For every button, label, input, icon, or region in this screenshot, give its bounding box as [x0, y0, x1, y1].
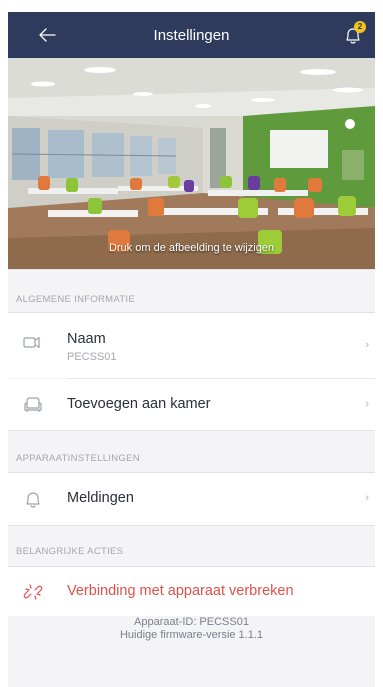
row-disconnect[interactable]: Verbinding met apparaat verbreken [8, 567, 375, 616]
row-add-to-room[interactable]: Toevoegen aan kamer › [8, 379, 375, 430]
row-notifications-label: Meldingen [67, 490, 134, 506]
row-name[interactable]: Naam PECSS01 › [8, 313, 375, 378]
device-id-text: Apparaat-ID: PECSS01 [134, 616, 249, 628]
unlink-icon [23, 584, 43, 600]
row-notifications[interactable]: Meldingen › [8, 473, 375, 525]
change-image-caption: Druk om de afbeelding te wijzigen [108, 242, 275, 254]
device-info-footer: Apparaat-ID: PECSS01 Huidige firmware-ve… [8, 616, 375, 642]
bell-icon [26, 492, 40, 508]
device-icon [23, 337, 40, 348]
notification-badge: 2 [354, 21, 366, 33]
row-add-to-room-label: Toevoegen aan kamer [67, 396, 211, 412]
section-header-device-settings: APPARAATINSTELLINGEN [8, 430, 375, 473]
top-bar: Instellingen 2 [8, 12, 375, 58]
row-name-value: PECSS01 [67, 351, 117, 363]
row-disconnect-label: Verbinding met apparaat verbreken [67, 583, 294, 599]
section-title-device-settings: APPARAATINSTELLINGEN [16, 453, 140, 464]
chevron-right-icon: › [365, 398, 369, 410]
armchair-icon [24, 397, 42, 412]
row-name-label: Naam [67, 331, 106, 347]
room-image[interactable]: Druk om de afbeelding te wijzigen [8, 58, 375, 269]
classroom-photo [8, 58, 375, 269]
settings-screen: Instellingen 2 Druk om de afbeelding te … [8, 12, 375, 687]
section-title-general: ALGEMENE INFORMATIE [16, 294, 136, 305]
section-title-important-actions: BELANGRIJKE ACTIES [16, 546, 124, 557]
section-header-important-actions: BELANGRIJKE ACTIES [8, 525, 375, 567]
chevron-right-icon: › [365, 339, 369, 351]
firmware-version-text: Huidige firmware-versie 1.1.1 [119, 629, 264, 641]
page-title: Instellingen [153, 27, 230, 44]
section-header-general: ALGEMENE INFORMATIE [8, 269, 375, 313]
chevron-right-icon: › [365, 492, 369, 504]
